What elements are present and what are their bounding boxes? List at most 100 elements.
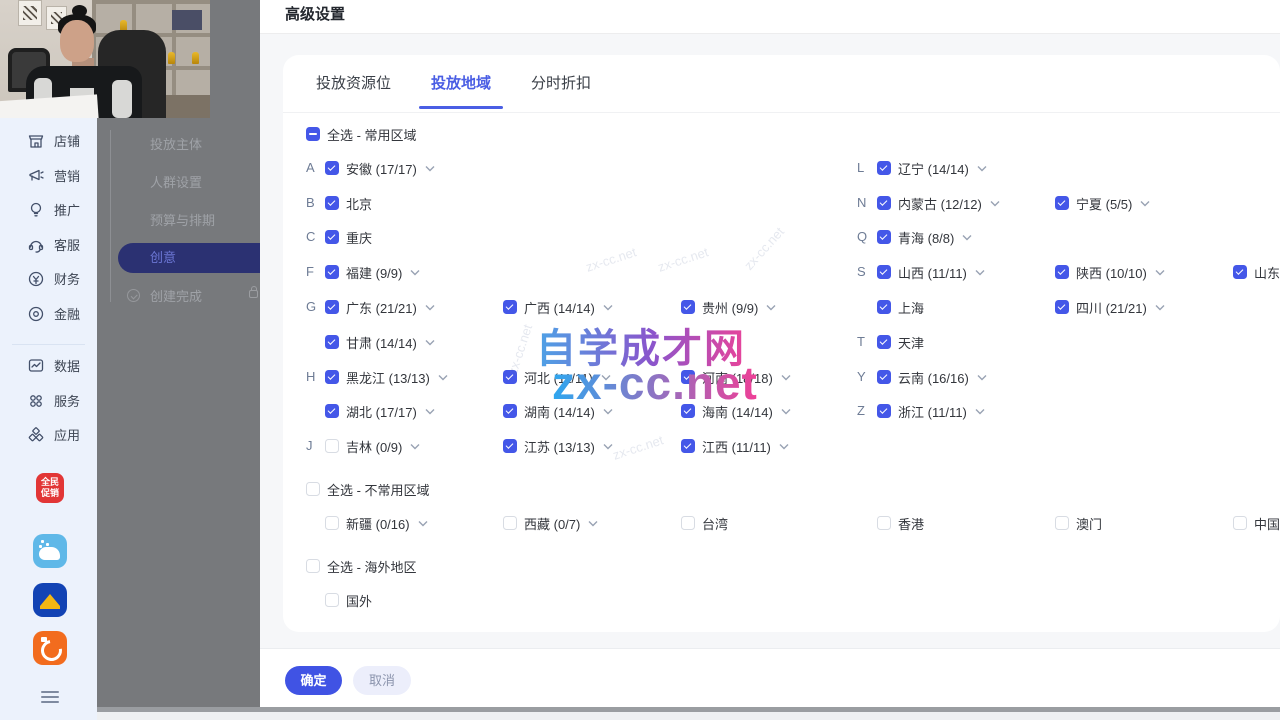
checkbox[interactable] [325, 230, 339, 244]
chevron-down-icon[interactable] [975, 269, 985, 276]
chevron-down-icon[interactable] [766, 304, 776, 311]
wizard-step-audience[interactable]: 人群设置 [150, 173, 202, 193]
region-checkbox-item[interactable]: 贵州 (9/9) [681, 297, 776, 317]
sidebar-item-cubes[interactable]: 应用 [0, 423, 97, 445]
tab-ad-regions[interactable]: 投放地域 [431, 55, 491, 113]
region-checkbox-item[interactable]: 广西 (14/14) [503, 297, 613, 317]
region-checkbox-item[interactable]: 青海 (8/8) [877, 227, 972, 247]
chevron-down-icon[interactable] [603, 443, 613, 450]
region-checkbox-item[interactable]: 安徽 (17/17) [325, 158, 435, 178]
checkbox[interactable] [877, 196, 891, 210]
region-checkbox-item[interactable]: 新疆 (0/16) [325, 513, 428, 533]
checkbox[interactable] [325, 439, 339, 453]
tab-time-discount[interactable]: 分时折扣 [531, 55, 591, 113]
region-checkbox-item[interactable]: 甘肃 (14/14) [325, 332, 435, 352]
checkbox[interactable] [1055, 516, 1069, 530]
region-checkbox-item[interactable]: 内蒙古 (12/12) [877, 193, 1000, 213]
chevron-down-icon[interactable] [410, 443, 420, 450]
region-checkbox-item[interactable]: 海南 (14/14) [681, 401, 791, 421]
region-checkbox-item[interactable]: 湖南 (14/14) [503, 401, 613, 421]
chevron-down-icon[interactable] [990, 200, 1000, 207]
region-checkbox-item[interactable]: 北京 [325, 193, 372, 213]
chevron-down-icon[interactable] [781, 408, 791, 415]
chevron-down-icon[interactable] [1155, 304, 1165, 311]
chevron-down-icon[interactable] [1155, 269, 1165, 276]
chevron-down-icon[interactable] [425, 339, 435, 346]
checkbox[interactable] [681, 404, 695, 418]
chevron-down-icon[interactable] [977, 165, 987, 172]
checkbox[interactable] [325, 370, 339, 384]
checkbox[interactable] [1233, 516, 1247, 530]
checkbox[interactable] [306, 559, 320, 573]
region-checkbox-item[interactable]: 天津 [877, 332, 924, 352]
sidebar-item-grid[interactable]: 服务 [0, 389, 97, 411]
region-checkbox-item[interactable]: 河北 (11/11) [503, 367, 611, 387]
region-checkbox-item[interactable]: 山西 (11/11) [877, 262, 985, 282]
sidebar-item-chart[interactable]: 数据 [0, 354, 97, 376]
checkbox[interactable] [503, 404, 517, 418]
chevron-down-icon[interactable] [962, 234, 972, 241]
checkbox[interactable] [681, 300, 695, 314]
region-checkbox-item[interactable]: 重庆 [325, 227, 372, 247]
region-checkbox-item[interactable]: 陕西 (10/10) [1055, 262, 1165, 282]
region-checkbox-item[interactable]: 云南 (16/16) [877, 367, 987, 387]
checkbox[interactable] [503, 439, 517, 453]
region-checkbox-item[interactable]: 四川 (21/21) [1055, 297, 1165, 317]
region-checkbox-item[interactable]: 澳门 [1055, 513, 1102, 533]
region-checkbox-item[interactable]: 西藏 (0/7) [503, 513, 598, 533]
cancel-button[interactable]: 取消 [353, 666, 411, 695]
checkbox[interactable] [877, 300, 891, 314]
sidebar-item-lightbulb[interactable]: 推广 [0, 198, 97, 220]
region-checkbox-item[interactable]: 台湾 [681, 513, 728, 533]
checkbox[interactable] [1055, 300, 1069, 314]
checkbox[interactable] [325, 404, 339, 418]
region-checkbox-item[interactable]: 江苏 (13/13) [503, 436, 613, 456]
chevron-down-icon[interactable] [438, 374, 448, 381]
checkbox[interactable] [325, 161, 339, 175]
region-checkbox-item[interactable]: 福建 (9/9) [325, 262, 420, 282]
checkbox[interactable] [1233, 265, 1247, 279]
chevron-down-icon[interactable] [601, 374, 611, 381]
chevron-down-icon[interactable] [975, 408, 985, 415]
checkbox[interactable] [503, 370, 517, 384]
checkbox[interactable] [877, 161, 891, 175]
chevron-down-icon[interactable] [779, 443, 789, 450]
checkbox[interactable] [877, 370, 891, 384]
checkbox[interactable] [306, 482, 320, 496]
crown-app-icon[interactable] [33, 583, 67, 617]
checkbox[interactable] [503, 300, 517, 314]
chevron-down-icon[interactable] [781, 374, 791, 381]
sidebar-item-yuan-coin[interactable]: 财务 [0, 267, 97, 289]
chevron-down-icon[interactable] [603, 304, 613, 311]
wizard-step-budget[interactable]: 预算与排期 [150, 211, 215, 231]
chevron-down-icon[interactable] [977, 374, 987, 381]
sidebar-item-target-coin[interactable]: 金融 [0, 302, 97, 324]
region-checkbox-item[interactable]: 中国其 [1233, 513, 1280, 533]
checkbox[interactable] [877, 230, 891, 244]
region-checkbox-item[interactable]: 香港 [877, 513, 924, 533]
checkbox[interactable] [877, 516, 891, 530]
checkbox[interactable] [503, 516, 517, 530]
checkbox[interactable] [306, 127, 320, 141]
confirm-button[interactable]: 确定 [285, 666, 342, 695]
sidebar-app-promo-badge[interactable]: 全民 促销 [36, 473, 64, 503]
chevron-down-icon[interactable] [588, 520, 598, 527]
checkbox[interactable] [1055, 196, 1069, 210]
region-checkbox-item[interactable]: 吉林 (0/9) [325, 436, 420, 456]
checkbox[interactable] [681, 516, 695, 530]
region-checkbox-item[interactable]: 国外 [325, 590, 372, 610]
wizard-step-creative-active[interactable]: 创意 [118, 243, 260, 273]
region-checkbox-item[interactable]: 上海 [877, 297, 924, 317]
section-select-all[interactable]: 全选 - 常用区域 [306, 124, 417, 144]
checkbox[interactable] [681, 370, 695, 384]
whale-app-icon[interactable] [33, 534, 67, 568]
chevron-down-icon[interactable] [425, 165, 435, 172]
checkbox[interactable] [1055, 265, 1069, 279]
region-checkbox-item[interactable]: 河南 (18/18) [681, 367, 791, 387]
chevron-down-icon[interactable] [1140, 200, 1150, 207]
checkbox[interactable] [877, 335, 891, 349]
checkbox[interactable] [681, 439, 695, 453]
chevron-down-icon[interactable] [603, 408, 613, 415]
tab-ad-placements[interactable]: 投放资源位 [316, 55, 391, 113]
sidebar-item-headset[interactable]: 客服 [0, 233, 97, 255]
